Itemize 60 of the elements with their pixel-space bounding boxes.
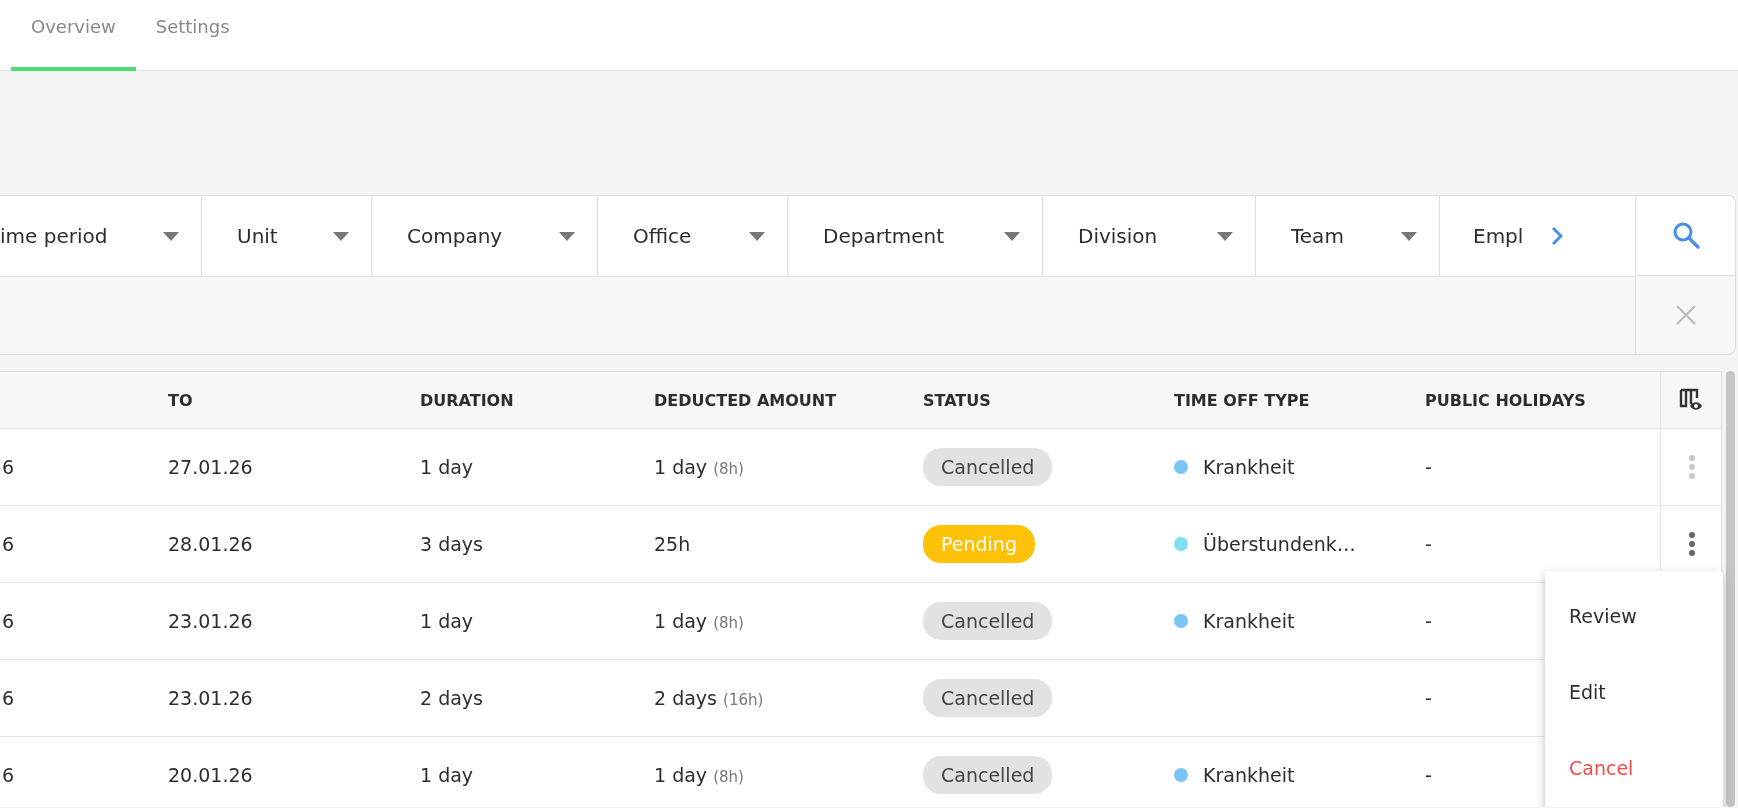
- table-cell-text: 3 days: [419, 533, 483, 555]
- caret-icon: [559, 231, 575, 241]
- column-header: STATUS: [922, 390, 991, 410]
- column-header: DURATION: [419, 390, 514, 410]
- column-header: TO: [167, 390, 193, 410]
- table-cell: Krankheit: [1203, 610, 1295, 632]
- tab[interactable]: Overview: [11, 0, 136, 71]
- status-badge: Cancelled: [923, 679, 1053, 717]
- table-cell: Krankheit: [1203, 764, 1295, 786]
- table-cell-text: 25h: [653, 533, 691, 555]
- menu-item[interactable]: Review: [1545, 578, 1723, 654]
- table-cell-text: 23.01.26: [167, 687, 253, 709]
- table-cell-text: 6: [1, 610, 15, 632]
- caret-icon: [749, 231, 765, 241]
- caret-icon: [1004, 231, 1020, 241]
- table-cell-text: 6: [1, 764, 15, 786]
- columns-visibility-icon[interactable]: [1678, 388, 1705, 412]
- caret-icon: [1217, 231, 1233, 241]
- status-badge: Cancelled: [923, 756, 1053, 794]
- menu-item[interactable]: Cancel: [1545, 730, 1723, 806]
- table-cell-text: 6: [1, 456, 15, 478]
- search-icon[interactable]: [1671, 221, 1700, 250]
- table-cell-text: 1 day (8h): [653, 456, 744, 478]
- status-badge: Cancelled: [923, 448, 1053, 486]
- table-cell-text: 6: [1, 533, 15, 555]
- table-cell-text: 2 days: [419, 687, 483, 709]
- table-cell-text: -: [1424, 456, 1432, 478]
- menu-item[interactable]: Edit: [1545, 654, 1723, 730]
- table-cell-text: 27.01.26: [167, 456, 253, 478]
- table-cell-text: 2 days (16h): [653, 687, 764, 709]
- more-icon[interactable]: [1688, 532, 1695, 556]
- close-icon[interactable]: [1675, 304, 1696, 325]
- table-cell-text: 20.01.26: [167, 764, 253, 786]
- table-cell: Überstundenk…: [1203, 533, 1356, 555]
- chevron-right-icon[interactable]: [1551, 226, 1564, 246]
- status-badge: Cancelled: [923, 602, 1053, 640]
- caret-icon: [333, 231, 349, 241]
- filter-dropdown[interactable]: Empl: [1473, 224, 1524, 248]
- table-cell-text: -: [1424, 764, 1432, 786]
- table-cell-text: -: [1424, 610, 1432, 632]
- table-cell-text: -: [1424, 533, 1432, 555]
- column-header: DEDUCTED AMOUNT: [653, 390, 837, 410]
- column-header: TIME OFF TYPE: [1173, 390, 1310, 410]
- table-cell-text: 23.01.26: [167, 610, 253, 632]
- table-cell: Krankheit: [1203, 456, 1295, 478]
- caret-icon: [163, 231, 179, 241]
- tab[interactable]: Settings: [135, 0, 250, 71]
- table-cell-text: 28.01.26: [167, 533, 253, 555]
- table-cell-text: 1 day: [419, 610, 474, 632]
- table-cell-text: -: [1424, 687, 1432, 709]
- filter-dropdown[interactable]: ime period: [0, 196, 202, 276]
- table-cell-text: 1 day (8h): [653, 764, 744, 786]
- caret-icon: [1401, 231, 1417, 241]
- table-cell-text: 1 day: [419, 764, 474, 786]
- table-cell-text: 1 day: [419, 456, 474, 478]
- table-cell-text: 6: [1, 687, 15, 709]
- table-cell-text: 1 day (8h): [653, 610, 744, 632]
- column-header: PUBLIC HOLIDAYS: [1424, 390, 1586, 410]
- scrollbar[interactable]: [1726, 371, 1735, 807]
- status-badge: Pending: [923, 525, 1035, 563]
